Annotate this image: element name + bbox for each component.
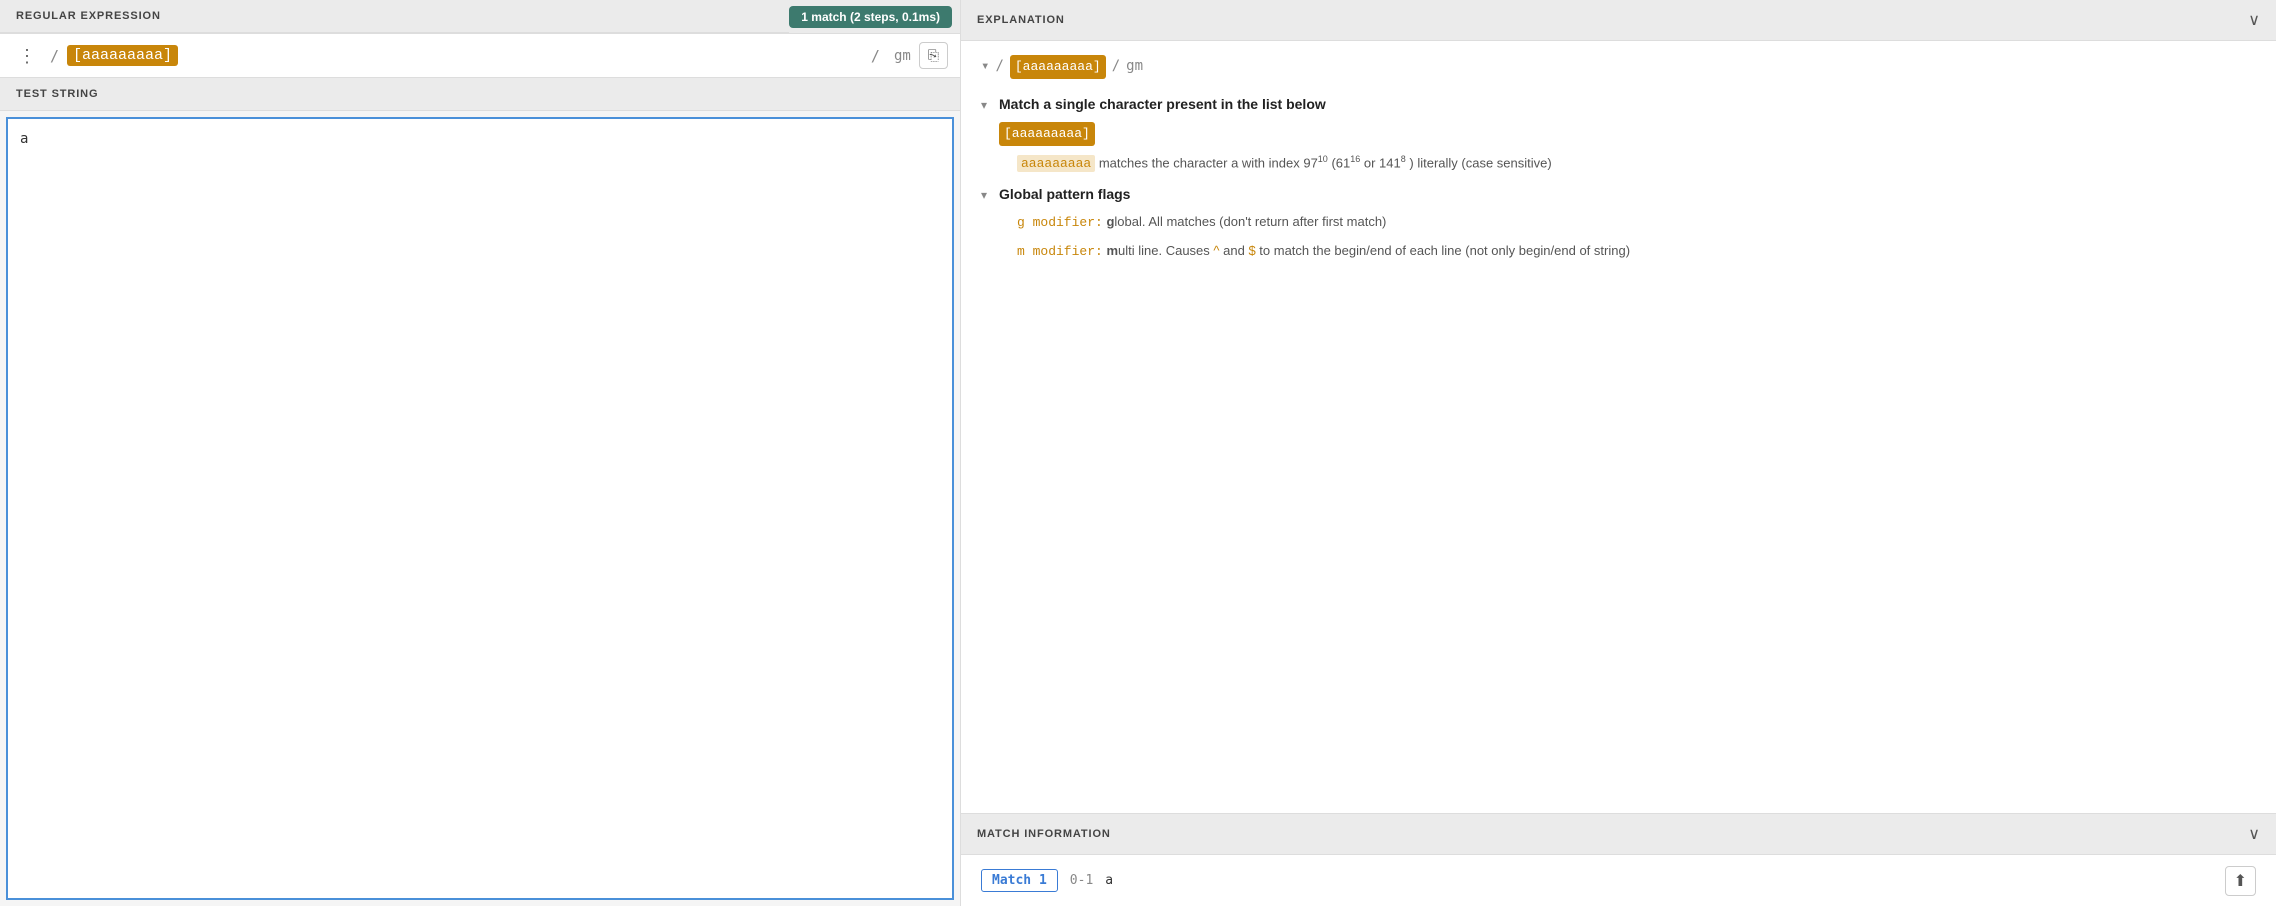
copy-button[interactable]: ⎘: [919, 42, 948, 69]
right-panel: EXPLANATION ∨ ▾ / [aaaaaaaaa] / gm ▾ Mat…: [960, 0, 2276, 906]
explanation-header: EXPLANATION ∨: [961, 0, 2276, 41]
regex-header-row: REGULAR EXPRESSION 1 match (2 steps, 0.1…: [0, 0, 960, 34]
m-and: and: [1220, 243, 1249, 258]
match-info-header: MATCH INFORMATION ∨: [961, 814, 2276, 855]
expln-slash2: /: [1112, 55, 1120, 79]
regex-flags: gm: [894, 48, 911, 64]
tree-node-1-sub: aaaaaaaaa matches the character a with i…: [1017, 152, 2256, 175]
explanation-body: ▾ / [aaaaaaaaa] / gm ▾ Match a single ch…: [961, 41, 2276, 285]
m-modifier-bold: m: [1106, 243, 1118, 258]
tree-node-1-highlight: aaaaaaaaa: [1017, 155, 1095, 172]
tree-node-1-label: Match a single character present in the …: [999, 93, 1326, 117]
regex-open-slash: /: [50, 47, 59, 65]
g-modifier-code: g modifier:: [1017, 215, 1103, 230]
tree-node-1: ▾ Match a single character present in th…: [981, 93, 2256, 175]
match-badge: 1 match (2 steps, 0.1ms): [789, 6, 952, 28]
explanation-collapse-button[interactable]: ∨: [2248, 10, 2260, 30]
tree-toggle-1[interactable]: ▾: [981, 95, 995, 115]
match-range: 0-1: [1070, 873, 1093, 888]
tree-node-1-header: ▾ Match a single character present in th…: [981, 93, 2256, 117]
test-string-section: TEST STRING a: [0, 78, 960, 906]
g-modifier-text: lobal. All matches (don't return after f…: [1114, 214, 1386, 229]
tree-node-1-badge: [aaaaaaaaa]: [999, 122, 1095, 146]
match-info-section: MATCH INFORMATION ∨ Match 1 0-1 a ⬆: [961, 813, 2276, 906]
expln-arrow: ▾: [981, 55, 989, 79]
match-tab[interactable]: Match 1: [981, 869, 1058, 892]
tree-node-2: ▾ Global pattern flags g modifier: globa…: [981, 183, 2256, 263]
tree-node-1-sup3: 8: [1401, 154, 1406, 164]
expln-pattern-badge: [aaaaaaaaa]: [1010, 55, 1106, 79]
tree-toggle-2[interactable]: ▾: [981, 185, 995, 205]
test-string-input[interactable]: a: [6, 117, 954, 900]
regex-display-row: ▾ / [aaaaaaaaa] / gm: [981, 55, 2256, 79]
regex-pattern[interactable]: [aaaaaaaaa]: [67, 45, 178, 66]
share-button[interactable]: ⬆: [2225, 866, 2256, 896]
test-string-label: TEST STRING: [0, 78, 960, 111]
match-value: a: [1105, 873, 1113, 888]
tree-node-2-children: g modifier: global. All matches (don't r…: [999, 211, 2256, 263]
tree-node-1-sup2: 16: [1350, 154, 1360, 164]
tree-node-1-text2: (61: [1331, 155, 1350, 170]
expln-flags: gm: [1126, 55, 1143, 79]
three-dot-menu-button[interactable]: ⋮: [12, 45, 42, 67]
tree-node-2-sub2: m modifier: multi line. Causes ^ and $ t…: [1017, 240, 2256, 263]
explanation-label: EXPLANATION: [977, 14, 1065, 26]
explanation-spacer: [961, 285, 2276, 813]
tree-node-2-sub1: g modifier: global. All matches (don't r…: [1017, 211, 2256, 234]
tree-node-2-label: Global pattern flags: [999, 183, 1130, 207]
m-rest: to match the begin/end of each line (not…: [1256, 243, 1630, 258]
tree-node-1-text3: or 141: [1364, 155, 1401, 170]
expln-slash1: /: [995, 55, 1003, 79]
regex-bar: ⋮ / [aaaaaaaaa] / gm ⎘: [0, 34, 960, 78]
match-info-label: MATCH INFORMATION: [977, 828, 1111, 840]
regex-input-wrapper: [aaaaaaaaa]: [67, 45, 863, 66]
m-modifier-code: m modifier:: [1017, 244, 1103, 259]
tree-node-2-header: ▾ Global pattern flags: [981, 183, 2256, 207]
m-dollar: $: [1248, 243, 1255, 258]
left-panel: REGULAR EXPRESSION 1 match (2 steps, 0.1…: [0, 0, 960, 906]
tree-node-1-text4: ) literally (case sensitive): [1409, 155, 1551, 170]
tree-node-1-children: [aaaaaaaaa] aaaaaaaaa matches the charac…: [999, 121, 2256, 176]
regex-section-label: REGULAR EXPRESSION: [0, 0, 789, 33]
m-modifier-text: ulti line. Causes: [1118, 243, 1213, 258]
regex-close-slash: /: [871, 47, 880, 65]
tree-node-1-sup1: 10: [1318, 154, 1328, 164]
match-info-collapse-button[interactable]: ∨: [2248, 824, 2260, 844]
tree-node-1-text1: matches the character a with index 97: [1099, 155, 1318, 170]
match-info-body: Match 1 0-1 a ⬆: [961, 855, 2276, 906]
